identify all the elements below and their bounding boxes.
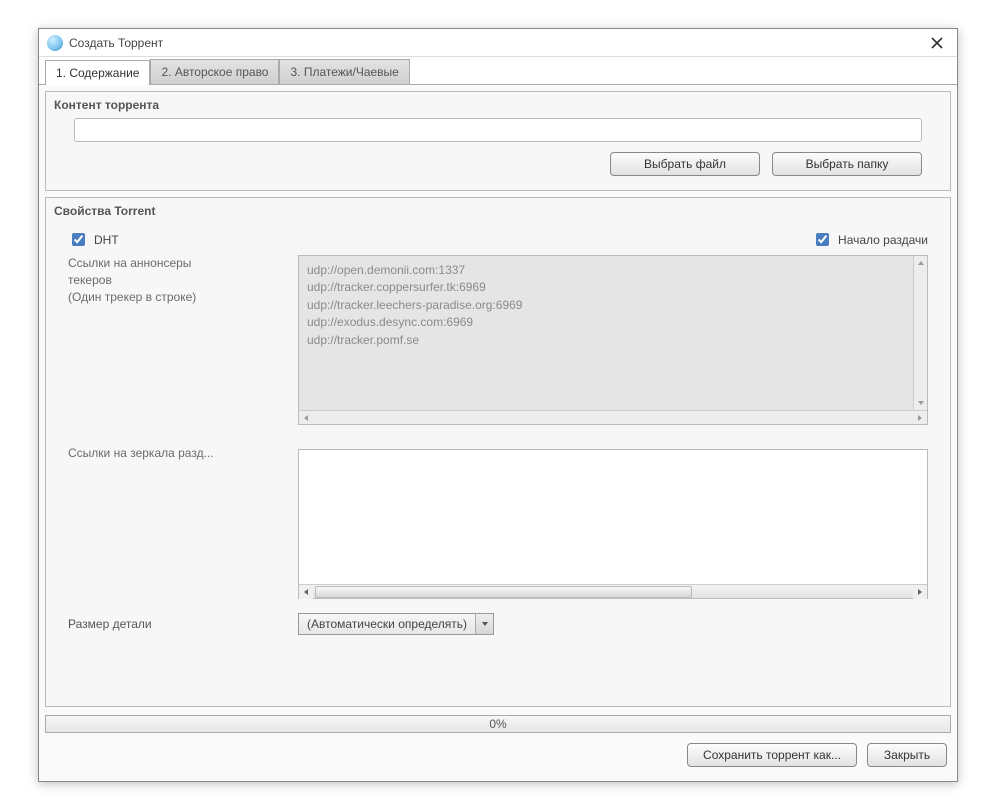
torrent-properties-group: Свойства Torrent DHT Начало раздачи Ссыл… bbox=[45, 197, 951, 707]
dht-checkbox[interactable]: DHT bbox=[68, 230, 119, 249]
trackers-textarea-wrap bbox=[298, 255, 928, 425]
choose-folder-button[interactable]: Выбрать папку bbox=[772, 152, 922, 176]
scroll-left-icon[interactable] bbox=[299, 585, 313, 599]
mirrors-horizontal-scrollbar[interactable] bbox=[299, 584, 927, 598]
piece-size-value: (Автоматически определять) bbox=[299, 617, 475, 631]
mirrors-textarea[interactable] bbox=[299, 450, 927, 584]
create-torrent-dialog: Создать Торрент 1. Содержание 2. Авторск… bbox=[38, 28, 958, 782]
progress-text: 0% bbox=[489, 717, 506, 731]
progress-bar: 0% bbox=[45, 715, 951, 733]
scroll-right-icon[interactable] bbox=[913, 411, 927, 425]
piece-size-label: Размер детали bbox=[68, 617, 298, 631]
scroll-right-icon[interactable] bbox=[913, 585, 927, 599]
chevron-down-icon bbox=[475, 614, 493, 634]
start-seeding-checkbox-label: Начало раздачи bbox=[838, 233, 928, 247]
trackers-textarea[interactable] bbox=[299, 256, 913, 410]
content-path-input[interactable] bbox=[74, 118, 922, 142]
save-torrent-as-button[interactable]: Сохранить торрент как... bbox=[687, 743, 857, 767]
trackers-horizontal-scrollbar[interactable] bbox=[299, 410, 927, 424]
scroll-up-icon[interactable] bbox=[914, 256, 928, 270]
tab-payments[interactable]: 3. Платежи/Чаевые bbox=[279, 59, 409, 84]
torrent-content-title: Контент торрента bbox=[46, 92, 950, 118]
scrollbar-thumb[interactable] bbox=[315, 586, 692, 598]
trackers-label: Ссылки на аннонсеры текеров (Один трекер… bbox=[68, 255, 298, 305]
mirrors-label: Ссылки на зеркала разд... bbox=[68, 445, 298, 462]
titlebar: Создать Торрент bbox=[39, 29, 957, 57]
close-button[interactable]: Закрыть bbox=[867, 743, 947, 767]
torrent-content-group: Контент торрента Выбрать файл Выбрать па… bbox=[45, 91, 951, 191]
dht-checkbox-label: DHT bbox=[94, 233, 119, 247]
scroll-down-icon[interactable] bbox=[914, 396, 928, 410]
torrent-properties-title: Свойства Torrent bbox=[46, 198, 950, 224]
piece-size-select[interactable]: (Автоматически определять) bbox=[298, 613, 494, 635]
close-icon[interactable] bbox=[925, 33, 949, 53]
mirrors-textarea-wrap bbox=[298, 449, 928, 599]
start-seeding-checkbox[interactable]: Начало раздачи bbox=[812, 230, 928, 249]
tab-content[interactable]: 1. Содержание bbox=[45, 60, 150, 85]
scroll-left-icon[interactable] bbox=[299, 411, 313, 425]
tabs-row: 1. Содержание 2. Авторское право 3. Плат… bbox=[39, 57, 957, 85]
dht-checkbox-input[interactable] bbox=[72, 233, 85, 246]
window-title: Создать Торрент bbox=[69, 36, 925, 50]
trackers-vertical-scrollbar[interactable] bbox=[913, 256, 927, 410]
globe-icon bbox=[47, 35, 63, 51]
tab-copyright[interactable]: 2. Авторское право bbox=[150, 59, 279, 84]
dialog-footer: Сохранить торрент как... Закрыть bbox=[39, 733, 957, 777]
progress-wrap: 0% bbox=[45, 715, 951, 733]
start-seeding-checkbox-input[interactable] bbox=[816, 233, 829, 246]
tab-panel-content: Контент торрента Выбрать файл Выбрать па… bbox=[39, 85, 957, 781]
choose-file-button[interactable]: Выбрать файл bbox=[610, 152, 760, 176]
